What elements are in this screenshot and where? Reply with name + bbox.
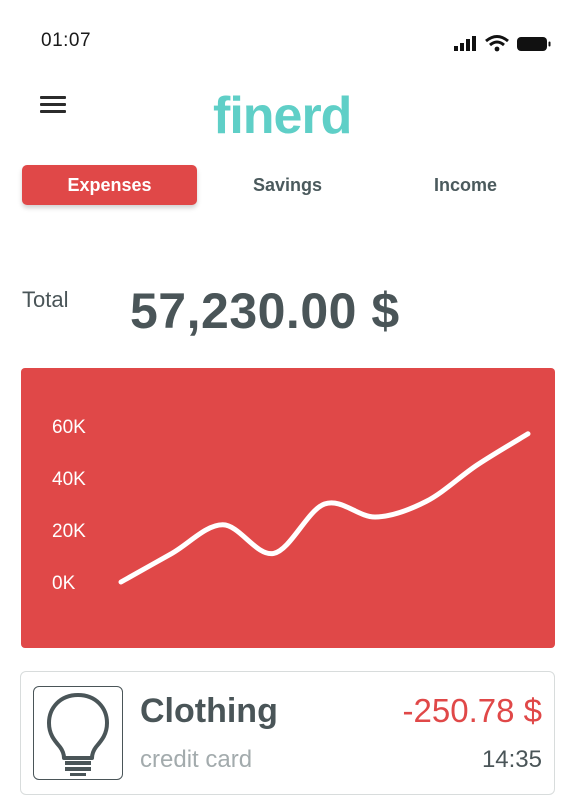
y-tick-label: 0K <box>52 573 76 594</box>
transaction-icon-box <box>33 686 123 780</box>
y-tick-label: 40K <box>52 469 86 490</box>
status-bar: 01:07 <box>0 0 577 80</box>
total-label: Total <box>22 287 69 312</box>
y-tick-label: 20K <box>52 521 86 542</box>
tab-expenses[interactable]: Expenses <box>22 165 197 205</box>
battery-icon <box>517 37 551 51</box>
chart-svg: 0K 20K 40K 60K <box>52 417 531 594</box>
tab-savings[interactable]: Savings <box>200 165 375 205</box>
status-time: 01:07 <box>41 30 92 51</box>
transaction-amount: -250.78 $ <box>402 692 542 729</box>
transaction-method: credit card <box>140 746 253 773</box>
wifi-icon <box>485 35 509 52</box>
status-icons <box>454 34 554 54</box>
tab-income[interactable]: Income <box>378 165 553 205</box>
hamburger-menu-icon[interactable] <box>40 96 70 120</box>
total-amount: 57,230.00 $ <box>130 283 400 339</box>
transaction-category: Clothing <box>140 692 278 730</box>
transaction-time: 14:35 <box>481 746 542 773</box>
transaction-item[interactable]: Clothing credit card -250.78 $ 14:35 <box>20 671 555 795</box>
app-logo: finerd <box>213 87 352 145</box>
series-line <box>118 431 531 585</box>
tab-bar: Expenses Savings Income <box>0 165 577 209</box>
lightbulb-icon <box>47 693 109 776</box>
cellular-signal-icon <box>454 36 476 51</box>
y-tick-label: 60K <box>52 417 86 438</box>
expense-chart: 0K 20K 40K 60K <box>21 368 555 648</box>
